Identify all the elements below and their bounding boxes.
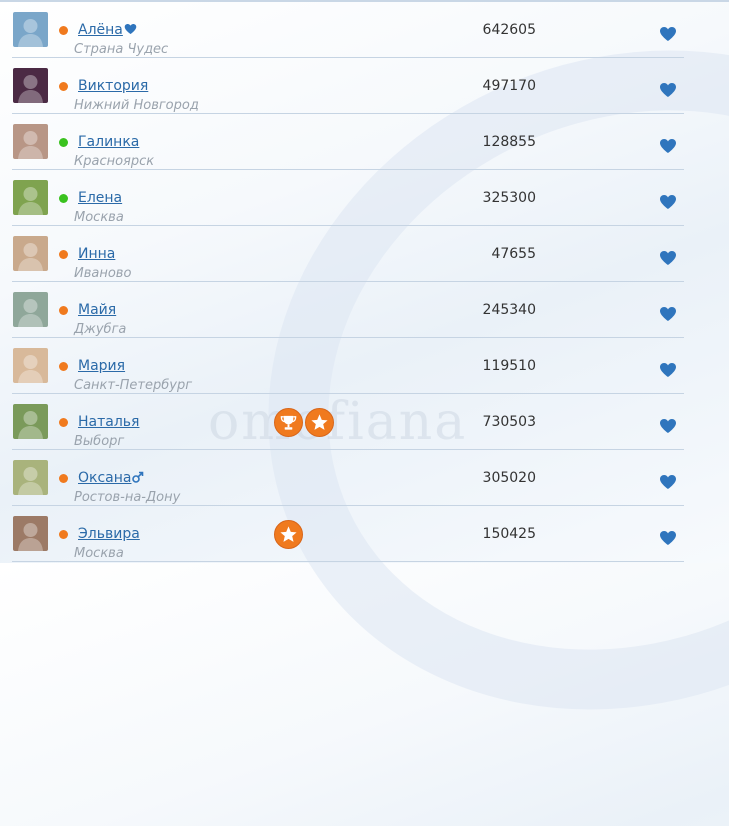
user-name: Майя	[78, 302, 117, 318]
avatar[interactable]	[13, 292, 48, 327]
user-name: Мария	[78, 358, 126, 374]
user-name-link[interactable]: Виктория	[74, 78, 148, 94]
user-city: Ростов-на-Дону	[74, 490, 181, 505]
avatar[interactable]	[13, 12, 48, 47]
list-item: Инна Иваново 47655	[0, 226, 729, 282]
row-divider	[12, 561, 684, 562]
list-item: Наталья Выборг 730503	[0, 394, 729, 450]
user-score: 642605	[482, 22, 536, 38]
status-indicator	[59, 530, 68, 539]
avatar[interactable]	[13, 68, 48, 103]
user-city: Красноярск	[74, 154, 155, 169]
user-name-link[interactable]: Эльвира	[74, 526, 140, 542]
user-city: Джубга	[74, 322, 127, 337]
status-indicator	[59, 362, 68, 371]
user-name: Елена	[78, 190, 123, 206]
like-heart-icon[interactable]	[659, 418, 677, 434]
list-item: Оксана Ростов-на-Дону 305020	[0, 450, 729, 506]
user-city: Страна Чудес	[74, 42, 169, 57]
like-heart-icon[interactable]	[659, 474, 677, 490]
user-score: 730503	[482, 414, 536, 430]
user-name: Виктория	[78, 78, 149, 94]
list-item: Галинка Красноярск 128855	[0, 114, 729, 170]
avatar[interactable]	[13, 460, 48, 495]
user-name-link[interactable]: Инна	[74, 246, 115, 262]
status-indicator	[59, 138, 68, 147]
status-indicator	[59, 26, 68, 35]
user-score: 119510	[482, 358, 536, 374]
like-heart-icon[interactable]	[659, 306, 677, 322]
list-item: Майя Джубга 245340	[0, 282, 729, 338]
user-name: Алёна	[78, 22, 123, 38]
user-score: 305020	[482, 470, 536, 486]
list-item: Эльвира Москва 150425	[0, 506, 729, 562]
user-name: Оксана	[78, 470, 132, 486]
user-city: Выборг	[74, 434, 125, 449]
user-name: Галинка	[78, 134, 140, 150]
user-city: Иваново	[74, 266, 132, 281]
avatar[interactable]	[13, 124, 48, 159]
status-indicator	[59, 306, 68, 315]
user-name-link[interactable]: Майя	[74, 302, 116, 318]
status-indicator	[59, 250, 68, 259]
user-name-link[interactable]: Наталья	[74, 414, 139, 430]
user-name-link[interactable]: Алёна	[74, 22, 137, 38]
avatar[interactable]	[13, 404, 48, 439]
status-indicator	[59, 418, 68, 427]
user-score: 245340	[482, 302, 536, 318]
like-heart-icon[interactable]	[659, 194, 677, 210]
list-item: Елена Москва 325300	[0, 170, 729, 226]
like-heart-icon[interactable]	[659, 82, 677, 98]
status-indicator	[59, 82, 68, 91]
heart-icon	[123, 22, 137, 38]
avatar[interactable]	[13, 516, 48, 551]
user-score: 497170	[482, 78, 536, 94]
user-name-link[interactable]: Оксана	[74, 470, 144, 486]
user-city: Москва	[74, 546, 124, 561]
like-heart-icon[interactable]	[659, 250, 677, 266]
avatar[interactable]	[13, 236, 48, 271]
user-name-link[interactable]: Елена	[74, 190, 122, 206]
status-indicator	[59, 474, 68, 483]
list-item: Мария Санкт-Петербург 119510	[0, 338, 729, 394]
user-score: 325300	[482, 190, 536, 206]
list-item: Алёна Страна Чудес 642605	[0, 2, 729, 58]
user-city: Нижний Новгород	[74, 98, 199, 113]
like-heart-icon[interactable]	[659, 138, 677, 154]
user-score: 47655	[491, 246, 536, 262]
user-name: Эльвира	[78, 526, 140, 542]
user-score: 128855	[482, 134, 536, 150]
user-name-link[interactable]: Мария	[74, 358, 125, 374]
user-city: Санкт-Петербург	[74, 378, 193, 393]
list-item: Виктория Нижний Новгород 497170	[0, 58, 729, 114]
trophy-icon[interactable]	[274, 408, 303, 437]
avatar[interactable]	[13, 348, 48, 383]
star-icon[interactable]	[305, 408, 334, 437]
user-name: Инна	[78, 246, 116, 262]
male-symbol-icon	[131, 470, 144, 486]
user-name: Наталья	[78, 414, 140, 430]
like-heart-icon[interactable]	[659, 362, 677, 378]
like-heart-icon[interactable]	[659, 26, 677, 42]
user-score: 150425	[482, 526, 536, 542]
user-city: Москва	[74, 210, 124, 225]
like-heart-icon[interactable]	[659, 530, 677, 546]
avatar[interactable]	[13, 180, 48, 215]
user-name-link[interactable]: Галинка	[74, 134, 139, 150]
star-icon[interactable]	[274, 520, 303, 549]
status-indicator	[59, 194, 68, 203]
